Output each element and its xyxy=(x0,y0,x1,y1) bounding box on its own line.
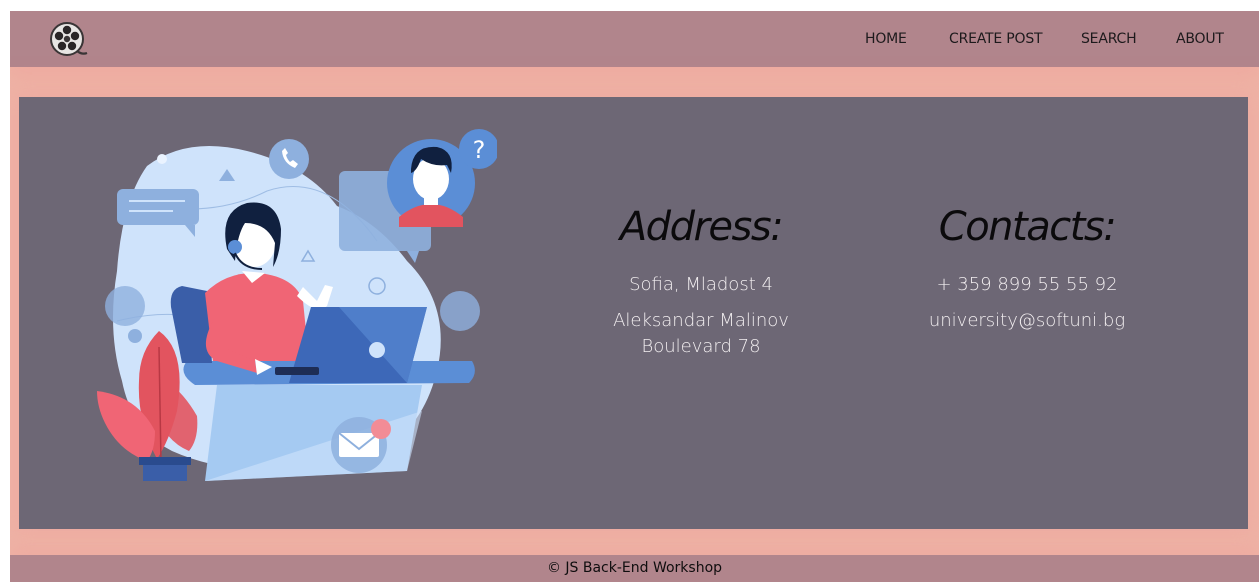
nav-about-link[interactable]: ABOUT xyxy=(1176,31,1224,47)
address-line-number: Boulevard 78 xyxy=(641,336,761,357)
address-section: Address: Sofia, Mladost 4 Aleksandar Mal… xyxy=(551,202,851,360)
nav-search-link[interactable]: SEARCH xyxy=(1081,31,1137,47)
top-navbar: HOME CREATE POST SEARCH ABOUT xyxy=(10,11,1259,67)
support-agent-illustration: ? xyxy=(77,111,499,483)
contact-email: university@softuni.bg xyxy=(928,310,1126,331)
address-line-city: Sofia, Mladost 4 xyxy=(629,274,773,295)
svg-text:?: ? xyxy=(473,136,486,164)
footer: © JS Back-End Workshop xyxy=(10,555,1259,582)
contacts-section: Contacts: + 359 899 55 55 92 university@… xyxy=(877,202,1177,344)
contact-card: ? Address: Sofia, Mladost 4 Aleksandar M… xyxy=(19,97,1248,529)
contacts-heading: Contacts: xyxy=(938,204,1117,250)
film-reel-icon[interactable] xyxy=(49,21,89,61)
address-heading: Address: xyxy=(619,204,784,250)
address-line-street: Aleksandar Malinov xyxy=(613,310,789,331)
page-frame: HOME CREATE POST SEARCH ABOUT ? Address:… xyxy=(10,11,1259,582)
nav-create-post-link[interactable]: CREATE POST xyxy=(949,31,1043,47)
footer-text: © JS Back-End Workshop xyxy=(546,560,723,576)
contact-phone: + 359 899 55 55 92 xyxy=(936,274,1118,295)
nav-home-link[interactable]: HOME xyxy=(865,31,907,47)
